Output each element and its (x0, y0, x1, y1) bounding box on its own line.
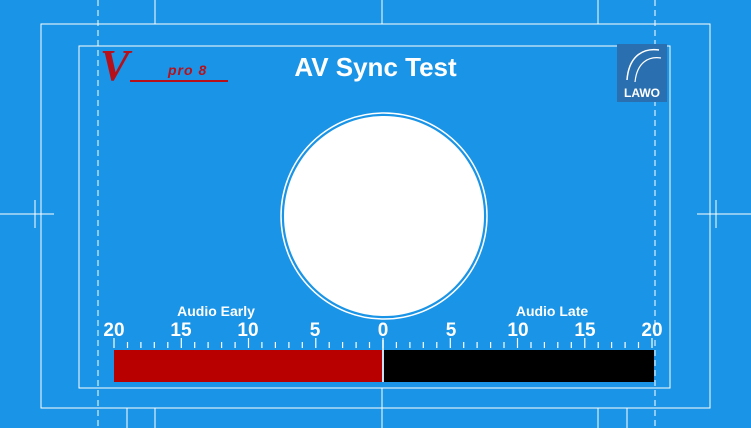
scale-label-right-5: 5 (445, 320, 457, 341)
scale-label-left-5: 5 (309, 320, 321, 341)
scale-label-right-10: 10 (507, 320, 529, 341)
scale-label-right-20: 20 (641, 320, 663, 341)
scale-label-left-10: 10 (237, 320, 259, 341)
page-title: AV Sync Test (294, 52, 457, 82)
audio-late-label: Audio Late (515, 303, 589, 319)
scale-label-zero: 0 (377, 320, 389, 341)
audio-late-bar (384, 350, 654, 382)
scale-label-left-20: 20 (103, 320, 125, 341)
lawo-logo-text: LAWO (624, 86, 660, 100)
audio-early-label: Audio Early (177, 303, 255, 319)
audio-early-bar (114, 350, 382, 382)
scale-label-right-15: 15 (574, 320, 596, 341)
sync-flash-circle (284, 116, 484, 316)
scale-label-left-15: 15 (170, 320, 192, 341)
